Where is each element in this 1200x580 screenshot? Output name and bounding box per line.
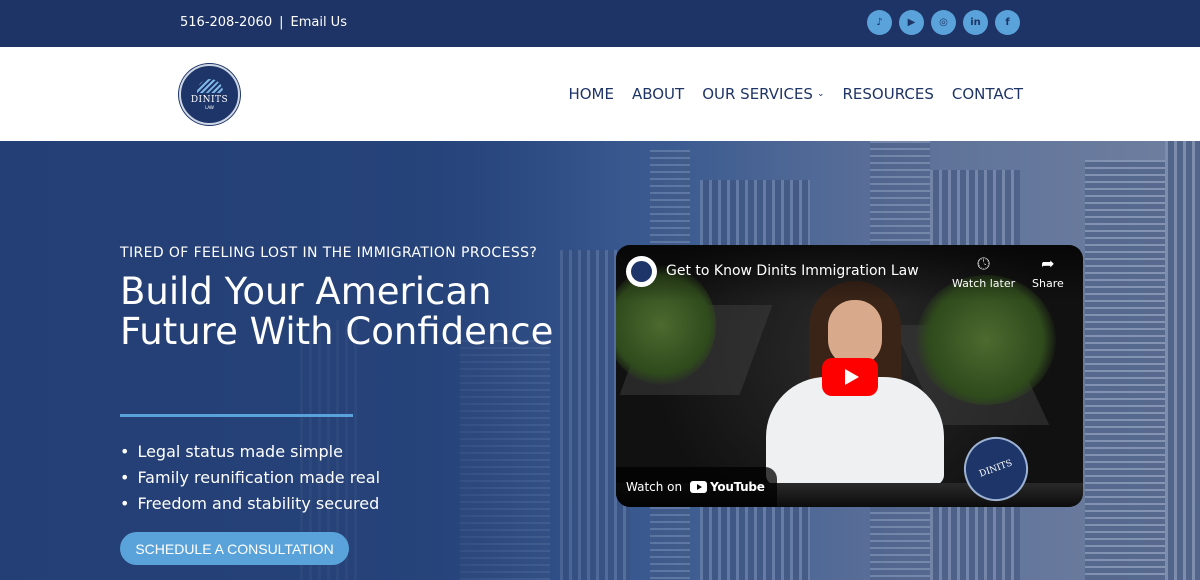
share-label: Share <box>1032 277 1064 290</box>
presenter-face <box>828 300 882 366</box>
share-button[interactable]: ➦ Share <box>1032 254 1064 291</box>
logo-text: DINITS <box>190 95 229 105</box>
list-item: Family reunification made real <box>120 465 380 491</box>
instagram-icon[interactable]: ◎ <box>931 10 956 35</box>
tiktok-icon[interactable]: ♪ <box>867 10 892 35</box>
nav-item-about[interactable]: ABOUT <box>632 85 684 103</box>
hero-kicker: TIRED OF FEELING LOST IN THE IMMIGRATION… <box>120 245 538 261</box>
hero-headline: Build Your American Future With Confiden… <box>120 270 554 353</box>
nav-item-resources[interactable]: RESOURCES <box>843 85 934 103</box>
email-link[interactable]: Email Us <box>290 15 347 30</box>
main-nav: DINITS LAW HOME ABOUT OUR SERVICES ⌄ RES… <box>0 47 1200 141</box>
hero-section: TIRED OF FEELING LOST IN THE IMMIGRATION… <box>0 141 1200 580</box>
skyline-building <box>1165 141 1200 580</box>
list-item: Freedom and stability secured <box>120 491 380 517</box>
top-bar: 516-208-2060 | Email Us ♪ ▶ ◎ in f <box>0 0 1200 47</box>
skyline-building <box>1085 160 1165 580</box>
schedule-consultation-button[interactable]: SCHEDULE A CONSULTATION <box>120 532 349 565</box>
channel-avatar[interactable] <box>626 256 657 287</box>
watch-on-label: Watch on <box>626 480 683 494</box>
contact-info: 516-208-2060 | Email Us <box>180 15 347 30</box>
chevron-down-icon: ⌄ <box>816 89 825 99</box>
play-button[interactable] <box>822 358 878 396</box>
watch-later-label: Watch later <box>952 277 1016 290</box>
divider <box>120 414 353 417</box>
nav-item-label: OUR SERVICES <box>702 85 813 103</box>
nav-item-our-services[interactable]: OUR SERVICES ⌄ <box>702 85 824 103</box>
youtube-logo: YouTube <box>690 480 765 494</box>
benefit-list: Legal status made simple Family reunific… <box>120 439 380 517</box>
nav-item-label: ABOUT <box>631 85 685 103</box>
nav-item-label: HOME <box>568 85 614 103</box>
nav-item-label: RESOURCES <box>842 85 934 103</box>
watch-later-button[interactable]: 🕓︎ Watch later <box>952 254 1016 291</box>
watch-on-youtube-link[interactable]: Watch on YouTube <box>616 467 777 507</box>
facebook-icon[interactable]: f <box>995 10 1020 35</box>
site-logo[interactable]: DINITS LAW <box>179 64 240 125</box>
phone-link[interactable]: 516-208-2060 <box>180 15 272 30</box>
share-icon: ➦ <box>1041 254 1055 273</box>
clock-icon: 🕓︎ <box>977 254 990 273</box>
channel-logo-icon <box>631 261 652 282</box>
video-title[interactable]: Get to Know Dinits Immigration Law <box>666 263 919 279</box>
social-links: ♪ ▶ ◎ in f <box>867 10 1020 35</box>
nav-item-contact[interactable]: CONTACT <box>952 85 1023 103</box>
list-item: Legal status made simple <box>120 439 380 465</box>
logo-globe-icon <box>196 79 223 93</box>
linkedin-icon[interactable]: in <box>963 10 988 35</box>
youtube-play-icon <box>690 481 708 493</box>
contact-separator: | <box>279 15 284 30</box>
logo-subtext: LAW <box>205 105 214 110</box>
youtube-icon[interactable]: ▶ <box>899 10 924 35</box>
video-embed[interactable]: DINITS Get to Know Dinits Immigration La… <box>616 245 1083 507</box>
youtube-wordmark: YouTube <box>710 480 765 494</box>
nav-item-home[interactable]: HOME <box>568 85 614 103</box>
nav-item-label: CONTACT <box>951 85 1023 103</box>
nav-menu: HOME ABOUT OUR SERVICES ⌄ RESOURCES CONT… <box>568 85 1023 103</box>
